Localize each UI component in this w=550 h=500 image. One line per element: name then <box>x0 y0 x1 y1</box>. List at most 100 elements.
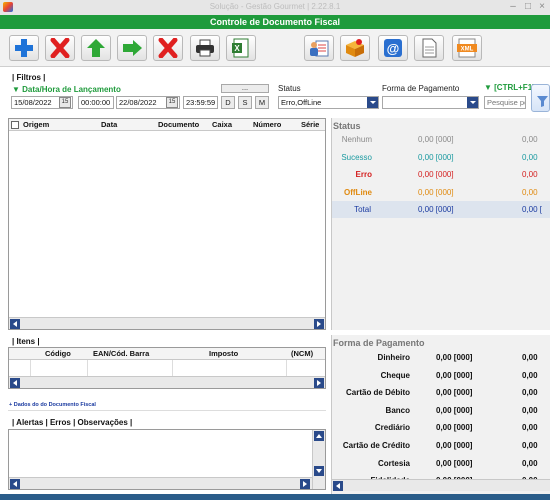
document-icon <box>422 38 437 58</box>
dots-button[interactable]: ... <box>221 84 269 93</box>
alerts-hscrollbar[interactable] <box>9 477 312 489</box>
scroll-right-icon[interactable] <box>300 479 310 489</box>
grid-divider <box>286 360 287 376</box>
items-hscrollbar[interactable] <box>9 376 325 388</box>
alerts-textarea[interactable] <box>8 429 326 490</box>
status-row: Erro 0,00 [000] 0,00 <box>332 166 550 183</box>
payment-row-label: Cartão de Débito <box>345 388 410 398</box>
scroll-right-icon[interactable] <box>314 378 324 388</box>
cancel-button[interactable] <box>153 35 183 61</box>
documents-grid-header: Origem Data Documento Caixa Número Série <box>9 119 325 131</box>
period-week-button[interactable]: S <box>238 96 252 109</box>
plus-icon <box>15 39 33 57</box>
status-row-value: 0,00 [000] <box>418 187 454 197</box>
scroll-left-icon[interactable] <box>333 481 343 491</box>
document-button[interactable] <box>414 35 444 61</box>
forward-button[interactable] <box>117 35 147 61</box>
status-filter-label: Status <box>278 84 301 93</box>
items-grid[interactable]: Código EAN/Cód. Barra Imposto (NCM) <box>8 347 326 389</box>
user-report-button[interactable] <box>304 35 334 61</box>
payment-row-value: 0,00 [000] <box>436 458 473 468</box>
status-row: OffLine 0,00 [000] 0,00 <box>332 184 550 201</box>
payment-panel: Forma de Pagamento Dinheiro 0,00 [000] 0,0… <box>331 335 550 500</box>
column-header[interactable]: Código <box>45 349 71 358</box>
status-row-label: Erro <box>355 170 372 180</box>
status-row-label: Nenhum <box>341 135 372 144</box>
status-row-value: 0,00 <box>522 152 538 162</box>
column-header[interactable]: Documento <box>158 120 199 129</box>
alerts-section-label: | Alertas | Erros | Observações | <box>12 418 133 427</box>
scroll-down-icon[interactable] <box>314 466 324 476</box>
status-row-value: 0,00 [000] <box>418 170 454 180</box>
column-header[interactable]: Data <box>101 120 117 129</box>
select-all-checkbox[interactable] <box>11 121 19 129</box>
time-to-input[interactable]: 23:59:59 <box>183 96 218 109</box>
status-row-value: 0,00 <box>522 135 538 144</box>
arrow-up-icon <box>87 39 105 57</box>
toolbar: X @ XML <box>0 29 550 67</box>
svg-text:X: X <box>234 44 240 53</box>
print-button[interactable] <box>190 35 220 61</box>
scroll-right-icon[interactable] <box>314 319 324 329</box>
column-header[interactable]: Caixa <box>212 120 232 129</box>
payment-row: Dinheiro 0,00 [000] 0,00 <box>332 349 550 366</box>
calendar-icon[interactable]: 15 <box>59 97 71 108</box>
time-from-input[interactable]: 00:00:00 <box>78 96 114 109</box>
date-to-value: 22/08/2022 <box>119 98 157 107</box>
fiscal-document-data-link[interactable]: + Dados do do Documento Fiscal <box>9 402 96 408</box>
date-to-input[interactable]: 22/08/2022 15 <box>116 96 180 109</box>
excel-button[interactable]: X <box>226 35 256 61</box>
chevron-down-icon[interactable] <box>367 97 378 108</box>
email-button[interactable]: @ <box>378 35 408 61</box>
column-header[interactable]: Origem <box>23 120 49 129</box>
status-row-value: 0,00 [ <box>522 205 543 215</box>
user-list-icon <box>310 40 329 57</box>
items-section-label: | Itens | <box>12 337 40 346</box>
status-row: Sucesso 0,00 [000] 0,00 <box>332 149 550 166</box>
column-header[interactable]: (NCM) <box>291 349 313 358</box>
status-row-value: 0,00 [000] <box>418 205 454 215</box>
chevron-down-icon[interactable] <box>467 97 478 108</box>
window-titlebar: Solução - Gestão Gourmet | 2.22.8.1 – □ … <box>0 0 550 15</box>
scroll-left-icon[interactable] <box>10 319 20 329</box>
period-day-button[interactable]: D <box>221 96 235 109</box>
search-button[interactable] <box>531 84 550 112</box>
xml-button[interactable]: XML <box>452 35 482 61</box>
status-select[interactable]: Erro,OffLine <box>278 96 379 109</box>
payment-select[interactable] <box>382 96 479 109</box>
add-button[interactable] <box>9 35 39 61</box>
window-bottom-border <box>0 494 550 500</box>
column-header[interactable]: Série <box>301 120 319 129</box>
delete-button[interactable] <box>45 35 75 61</box>
date-from-input[interactable]: 15/08/2022 15 <box>11 96 73 109</box>
calendar-icon[interactable]: 15 <box>166 97 178 108</box>
period-month-button[interactable]: M <box>255 96 269 109</box>
alerts-vscrollbar[interactable] <box>312 430 325 489</box>
column-header[interactable]: EAN/Cód. Barra <box>93 349 149 358</box>
arrow-right-icon <box>123 40 142 56</box>
maximize-icon[interactable]: □ <box>521 1 535 13</box>
scroll-left-icon[interactable] <box>10 479 20 489</box>
up-button[interactable] <box>81 35 111 61</box>
divider <box>8 410 326 411</box>
status-row-label: Sucesso <box>341 152 372 162</box>
payment-row-value: 0,00 [000] <box>436 423 473 433</box>
documents-grid[interactable]: Origem Data Documento Caixa Número Série <box>8 118 326 330</box>
column-header[interactable]: Imposto <box>209 349 238 358</box>
search-input[interactable] <box>484 96 526 109</box>
column-header[interactable]: Número <box>253 120 281 129</box>
payment-hscrollbar[interactable] <box>332 479 550 491</box>
scroll-up-icon[interactable] <box>314 431 324 441</box>
documents-hscrollbar[interactable] <box>9 317 325 329</box>
status-select-value: Erro,OffLine <box>281 98 322 107</box>
minimize-icon[interactable]: – <box>506 1 520 13</box>
close-icon[interactable]: × <box>535 1 549 13</box>
payment-row-value: 0,00 <box>522 423 538 433</box>
items-grid-header: Código EAN/Cód. Barra Imposto (NCM) <box>9 348 325 360</box>
payment-row-label: Cheque <box>380 370 410 380</box>
package-button[interactable] <box>340 35 370 61</box>
scroll-left-icon[interactable] <box>10 378 20 388</box>
x-icon <box>50 38 70 58</box>
payment-row-label: Cartão de Crédito <box>342 441 410 450</box>
payment-row-value: 0,00 <box>522 370 538 380</box>
